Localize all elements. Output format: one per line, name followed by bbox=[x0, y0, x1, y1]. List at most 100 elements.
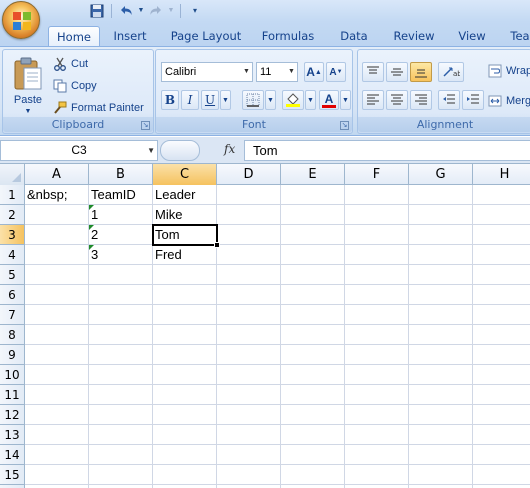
cell-f15[interactable] bbox=[345, 465, 409, 485]
row-header-1[interactable]: 1 bbox=[0, 185, 25, 205]
cell-f5[interactable] bbox=[345, 265, 409, 285]
row-header-4[interactable]: 4 bbox=[0, 245, 25, 265]
tab-data[interactable]: Data bbox=[332, 26, 376, 46]
align-center-button[interactable] bbox=[386, 90, 408, 110]
cell-e14[interactable] bbox=[281, 445, 345, 465]
align-bottom-button[interactable] bbox=[410, 62, 432, 82]
fill-color-button[interactable] bbox=[282, 90, 304, 110]
cell-a14[interactable] bbox=[25, 445, 89, 465]
cell-c6[interactable] bbox=[153, 285, 217, 305]
shrink-font-button[interactable]: A ▼ bbox=[326, 62, 346, 82]
cell-e5[interactable] bbox=[281, 265, 345, 285]
cell-b8[interactable] bbox=[89, 325, 153, 345]
cell-e15[interactable] bbox=[281, 465, 345, 485]
cell-c3[interactable]: Tom bbox=[153, 225, 217, 245]
cell-b3[interactable]: 2 bbox=[89, 225, 153, 245]
customize-toolbar-icon[interactable]: ▾ bbox=[186, 2, 204, 19]
decrease-indent-button[interactable] bbox=[438, 90, 460, 110]
merge-center-button[interactable]: Merg bbox=[488, 92, 530, 110]
cell-b13[interactable] bbox=[89, 425, 153, 445]
cell-c7[interactable] bbox=[153, 305, 217, 325]
cell-b12[interactable] bbox=[89, 405, 153, 425]
tab-team[interactable]: Tea bbox=[508, 26, 530, 46]
cell-a6[interactable] bbox=[25, 285, 89, 305]
cell-f10[interactable] bbox=[345, 365, 409, 385]
cell-e7[interactable] bbox=[281, 305, 345, 325]
orientation-button[interactable]: ab bbox=[438, 62, 464, 82]
cell-e2[interactable] bbox=[281, 205, 345, 225]
font-name-input[interactable]: Calibri ▼ bbox=[161, 62, 253, 82]
save-icon[interactable] bbox=[88, 2, 106, 19]
fill-color-dropdown-icon[interactable]: ▼ bbox=[305, 90, 316, 110]
cell-h13[interactable] bbox=[473, 425, 530, 445]
cell-b11[interactable] bbox=[89, 385, 153, 405]
cell-d4[interactable] bbox=[217, 245, 281, 265]
cell-g11[interactable] bbox=[409, 385, 473, 405]
cell-b7[interactable] bbox=[89, 305, 153, 325]
undo-dropdown-icon[interactable]: ▼ bbox=[137, 2, 145, 19]
cell-f8[interactable] bbox=[345, 325, 409, 345]
cell-h4[interactable] bbox=[473, 245, 530, 265]
align-right-button[interactable] bbox=[410, 90, 432, 110]
cell-e4[interactable] bbox=[281, 245, 345, 265]
cell-a12[interactable] bbox=[25, 405, 89, 425]
cell-e11[interactable] bbox=[281, 385, 345, 405]
cell-a9[interactable] bbox=[25, 345, 89, 365]
cell-h14[interactable] bbox=[473, 445, 530, 465]
office-button[interactable] bbox=[2, 1, 40, 39]
cell-g8[interactable] bbox=[409, 325, 473, 345]
clipboard-launcher-icon[interactable]: ↘ bbox=[141, 121, 150, 130]
paste-dropdown-icon[interactable]: ▼ bbox=[9, 108, 47, 115]
column-header-a[interactable]: A bbox=[25, 164, 89, 185]
row-header-10[interactable]: 10 bbox=[0, 365, 25, 385]
tab-insert[interactable]: Insert bbox=[106, 26, 154, 46]
cell-e3[interactable] bbox=[281, 225, 345, 245]
row-header-2[interactable]: 2 bbox=[0, 205, 25, 225]
cell-e8[interactable] bbox=[281, 325, 345, 345]
tab-home[interactable]: Home bbox=[48, 26, 100, 46]
insert-function-icon[interactable]: fx bbox=[224, 142, 235, 156]
wrap-text-button[interactable]: Wrap bbox=[488, 62, 530, 80]
cell-d14[interactable] bbox=[217, 445, 281, 465]
cell-f11[interactable] bbox=[345, 385, 409, 405]
cell-g1[interactable] bbox=[409, 185, 473, 205]
cell-c10[interactable] bbox=[153, 365, 217, 385]
cell-f7[interactable] bbox=[345, 305, 409, 325]
cell-d5[interactable] bbox=[217, 265, 281, 285]
cell-g7[interactable] bbox=[409, 305, 473, 325]
chevron-down-icon[interactable]: ▼ bbox=[241, 63, 252, 81]
cell-h2[interactable] bbox=[473, 205, 530, 225]
cell-f13[interactable] bbox=[345, 425, 409, 445]
cell-d12[interactable] bbox=[217, 405, 281, 425]
cell-a8[interactable] bbox=[25, 325, 89, 345]
cell-a11[interactable] bbox=[25, 385, 89, 405]
redo-dropdown-icon[interactable]: ▼ bbox=[167, 2, 175, 19]
name-box[interactable]: C3 ▼ bbox=[0, 140, 158, 161]
bold-button[interactable]: B bbox=[161, 90, 179, 110]
borders-dropdown-icon[interactable]: ▼ bbox=[265, 90, 276, 110]
cell-h1[interactable] bbox=[473, 185, 530, 205]
cell-c1[interactable]: Leader bbox=[153, 185, 217, 205]
cell-c8[interactable] bbox=[153, 325, 217, 345]
cell-a3[interactable] bbox=[25, 225, 89, 245]
cell-f3[interactable] bbox=[345, 225, 409, 245]
cell-c11[interactable] bbox=[153, 385, 217, 405]
cell-h9[interactable] bbox=[473, 345, 530, 365]
row-header-13[interactable]: 13 bbox=[0, 425, 25, 445]
cell-d1[interactable] bbox=[217, 185, 281, 205]
tab-view[interactable]: View bbox=[451, 26, 493, 46]
row-header-15[interactable]: 15 bbox=[0, 465, 25, 485]
cell-d3[interactable] bbox=[217, 225, 281, 245]
cell-c4[interactable]: Fred bbox=[153, 245, 217, 265]
cell-f14[interactable] bbox=[345, 445, 409, 465]
cell-g15[interactable] bbox=[409, 465, 473, 485]
column-header-h[interactable]: H bbox=[473, 164, 530, 185]
cell-g12[interactable] bbox=[409, 405, 473, 425]
underline-dropdown-icon[interactable]: ▼ bbox=[220, 90, 231, 110]
row-header-11[interactable]: 11 bbox=[0, 385, 25, 405]
column-header-c[interactable]: C bbox=[153, 164, 217, 185]
cell-h11[interactable] bbox=[473, 385, 530, 405]
cell-d2[interactable] bbox=[217, 205, 281, 225]
cell-d6[interactable] bbox=[217, 285, 281, 305]
row-header-7[interactable]: 7 bbox=[0, 305, 25, 325]
